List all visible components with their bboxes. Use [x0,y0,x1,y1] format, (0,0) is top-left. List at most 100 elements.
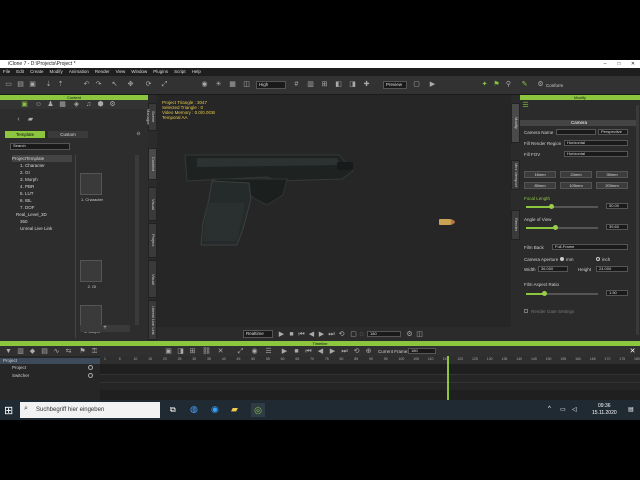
pin-icon[interactable]: ⚲ [504,80,513,89]
width-input[interactable]: 36.000 [538,266,568,272]
menu-render[interactable]: Render [92,68,113,75]
tree-item[interactable]: 360 [12,218,72,225]
tl-back-icon[interactable]: ◀ [316,347,325,356]
conform-icon[interactable]: ⚙ [536,80,545,89]
layout-icon[interactable]: ▥ [306,80,315,89]
side-tab-visual[interactable]: Visual [148,187,157,221]
edge-icon[interactable]: ◍ [190,404,198,415]
edit-icon[interactable]: ✎ [520,80,529,89]
current-frame-input[interactable]: 180 [408,348,436,354]
gizmo-icon[interactable]: ✚ [362,80,371,89]
side-tab-scene-manager[interactable]: Scene Manager [146,103,157,131]
move-icon[interactable]: ✥ [126,80,135,89]
import-icon[interactable]: ⇣ [44,80,53,89]
film-ratio-knob[interactable] [542,291,547,296]
stage-content-icon[interactable]: ▦ [58,100,67,109]
new-project-icon[interactable]: ▭ [4,80,13,89]
tree-item[interactable]: 4. PBR [12,183,72,190]
clock-date[interactable]: 15.11.2020 [592,410,617,416]
tree-item[interactable]: Real_Level_3D [12,211,72,218]
focal-length-knob[interactable] [549,204,555,209]
track-toggle-icon[interactable] [88,365,93,370]
tree-item[interactable]: Unreal Live Link [12,225,72,232]
taskbar-search-input[interactable]: Suchbegriff hier eingeben [20,402,160,418]
tl-next-icon[interactable]: ⏭ [340,347,349,356]
frame-input[interactable]: 180 [367,331,401,337]
menu-animation[interactable]: Animation [66,68,92,75]
tl-link-icon[interactable]: ⛓ [202,347,211,356]
lens-200mm-button[interactable]: 200mm [596,182,628,189]
minimize-button[interactable]: – [598,60,612,68]
tree-item[interactable]: 5. LUT [12,190,72,197]
loop-icon[interactable]: ⟲ [337,330,346,339]
tl-forward-icon[interactable]: ▶ [328,347,337,356]
tab-custom[interactable]: Custom [48,131,88,138]
scene-content-icon[interactable]: ◈ [72,100,81,109]
thumb-gi[interactable] [80,260,102,282]
tl-loop-icon[interactable]: ⟲ [352,347,361,356]
snap-icon[interactable]: ⊞ [320,80,329,89]
tree-item[interactable]: 3. Morph [12,176,72,183]
menu-file[interactable]: File [0,68,13,75]
tl-expand-icon[interactable]: ⤢ [236,347,245,356]
close-button[interactable]: ✕ [626,60,640,68]
height-input[interactable]: 24.000 [596,266,628,272]
timeline-tracks-area[interactable]: 1 5 10 15 20 25 30 35 40 45 50 55 60 65 70 75 80 85 90 95 10… [100,356,640,400]
modify-settings-icon[interactable]: ☰ [521,101,530,110]
material-content-icon[interactable]: ⬢ [96,100,105,109]
browser-icon[interactable]: ◉ [211,404,219,415]
angle-of-view-input[interactable]: 39.60 [606,224,628,230]
tl-green-icon[interactable]: ▣ [164,347,173,356]
windows-start-icon[interactable]: ⊞ [4,404,13,417]
menu-create[interactable]: Create [27,68,47,75]
animation-content-icon[interactable]: ♟ [46,100,55,109]
tl-key-icon[interactable]: ◆ [28,347,37,356]
tl-track-icon[interactable]: ▥ [16,347,25,356]
tl-delete-icon[interactable]: ✕ [216,347,225,356]
menu-modify[interactable]: Modify [47,68,66,75]
tray-arrow-icon[interactable]: ^ [548,406,551,412]
gate-checkbox[interactable] [524,309,528,313]
modify-scrollbar[interactable] [636,105,639,335]
focal-length-slider[interactable] [526,204,598,209]
tree-item[interactable]: 2. GI [12,169,72,176]
volume-icon[interactable]: ◁ [572,406,577,413]
preview-select[interactable]: Preview [383,81,407,89]
settings-icon[interactable]: ⚙ [405,330,414,339]
add-content-button[interactable]: + [80,325,130,332]
record-icon[interactable]: ◌ [357,330,366,339]
actor-content-icon[interactable]: ☺ [34,100,43,109]
film-back-select[interactable]: Full-Frame [552,244,628,250]
next-key-icon[interactable]: ⏭ [327,330,336,339]
track-project[interactable]: Project [12,365,26,370]
tl-prev-icon[interactable]: ⏮ [304,347,313,356]
redo-icon[interactable]: ↷ [94,80,103,89]
film-ratio-slider[interactable] [526,291,598,296]
side-tab-unreal[interactable]: Unreal Live Link [148,300,157,340]
thumb-character[interactable] [80,173,102,195]
iclone-taskbar-icon[interactable]: ◎ [251,403,265,417]
project-content-icon[interactable]: ▣ [20,100,29,109]
tl-stop-icon[interactable]: ■ [292,347,301,356]
menu-plugins[interactable]: Plugins [150,68,171,75]
camera-type-select[interactable]: Perspective [598,129,628,135]
angle-of-view-slider[interactable] [526,225,598,230]
fill-fov-select[interactable]: Horizontal [564,151,628,157]
tl-mark-icon[interactable]: ◨ [176,347,185,356]
track-project-header[interactable]: Project [0,358,100,364]
playhead[interactable] [447,356,449,400]
background-icon[interactable]: ◨ [348,80,357,89]
focal-length-input[interactable]: 50.00 [606,203,628,209]
thumb-morph[interactable] [80,305,102,327]
tl-clip-icon[interactable]: ▤ [40,347,49,356]
wireframe-icon[interactable]: ◫ [242,80,251,89]
camera-icon[interactable]: ◉ [200,80,209,89]
content-search-input[interactable]: Search [10,143,70,150]
track-toggle-icon[interactable] [88,373,93,378]
export-icon[interactable]: ⇡ [56,80,65,89]
playback-mode-select[interactable]: Realtime [243,330,273,338]
select-icon[interactable]: ↖ [110,80,119,89]
tl-lock-icon[interactable]: ⚿ [90,347,99,356]
timeline-ruler[interactable]: 1 5 10 15 20 25 30 35 40 45 50 55 60 65 70 75 80 85 90 95 10… [100,356,640,364]
tl-list-icon[interactable]: ☰ [264,347,273,356]
